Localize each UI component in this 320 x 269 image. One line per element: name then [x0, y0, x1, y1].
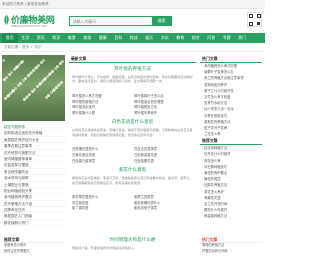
blossom [25, 96, 28, 99]
blossom [24, 77, 27, 80]
left-link-list: 精选专题推荐 如何挑选合适的花卉种植 家居园艺养护技巧大全 春季花期注意事项 花卉修剪与… [2, 124, 65, 227]
blossom [34, 67, 37, 70]
nav-item[interactable]: 首页 [2, 33, 18, 43]
bottom-left-box: 推荐文章 家庭养花小常识 如何让花开得更久 [2, 236, 65, 254]
hot-articles-list: 多肉植物怎么养才好看绿萝叶子发黄怎么办吊兰的养殖方法和注意事项发财树如何养护君子… [200, 63, 262, 137]
logo-subtitle: www.jialianwumei.com [11, 24, 48, 28]
article-link[interactable]: 白色桔梗花语 [134, 159, 193, 165]
qr-code-icon [247, 12, 262, 27]
leaf-icon [4, 15, 9, 25]
blossom [2, 59, 5, 62]
bottom-article-desc: 网络流行语，形容能够同时处理多段感情的人。 [72, 246, 137, 250]
blossom [51, 70, 54, 73]
blossom [28, 93, 31, 96]
main-nav: 首页 生活 资讯 知识 美食 旅游 健康 百科 科技 娱乐 文化 教育 综合 问答 专题 热门 [0, 33, 265, 43]
nav-item[interactable]: 生活 [18, 33, 34, 43]
bottom-article-title[interactable]: 时间管理大师是什么梗 [69, 238, 196, 244]
bottom-left-title: 推荐文章 [2, 236, 65, 243]
nav-item[interactable]: 专题 [219, 33, 235, 43]
blossom [10, 71, 13, 74]
nav-item[interactable]: 热门 [235, 33, 251, 43]
blossom [15, 66, 18, 69]
nav-item[interactable]: 教育 [173, 33, 189, 43]
nav-item[interactable]: 科技 [126, 33, 142, 43]
blossom [43, 78, 46, 81]
blossom [37, 64, 40, 67]
blossom [5, 76, 8, 79]
article-link[interactable]: 紫色风信子寓意 [134, 206, 193, 212]
search-input[interactable] [70, 17, 153, 25]
nav-item[interactable]: 美食 [64, 33, 80, 43]
nav-item[interactable]: 资讯 [33, 33, 49, 43]
blossom [14, 87, 17, 90]
center-column: 最新文章 琴叶榕的养殖方法 琴叶榕叶片宽大，形似提琴，株型优美，是常见的室内观叶植… [69, 55, 196, 212]
left-list-item[interactable]: 鲜花保鲜小窍门 [2, 220, 65, 227]
blossom [29, 72, 32, 75]
bottom-right-title: 热门文章 [200, 236, 262, 243]
blossom [19, 82, 22, 85]
article-link[interactable]: 琴叶榕冬季养护 [134, 111, 193, 117]
site-header: 价廉物美网 www.jialianwumei.com 搜索 [0, 9, 265, 33]
article-desc: 白色的花朵通常象征纯洁、高雅与真诚，常用于表达敬意与祝福。不同种类的白色花卉各有… [72, 128, 193, 137]
article-desc: 紫色的花朵代表神秘、浪漫与高贵，常被用来表达深沉而含蓄的情感。薰衣草、紫罗兰、勿… [72, 176, 193, 185]
recommended-list: 桂花树种植方法牡丹花什么时候开荷花怎么养向日葵种植技巧菊花的养护要点梅花的寓意杜… [200, 145, 262, 219]
bottom-right-box: 热门文章 薄荷的养殖方法 芦荟的功效与作用 [200, 236, 262, 254]
search-box: 搜索 [69, 16, 172, 26]
blossom [60, 81, 63, 84]
right-column: 热门文章 多肉植物怎么养才好看绿萝叶子发黄怎么办吊兰的养殖方法和注意事项发财树如… [200, 55, 262, 220]
hot-articles-title: 热门文章 [200, 55, 262, 63]
left-column: 精选专题推荐 如何挑选合适的花卉种植 家居园艺养护技巧大全 春季花期注意事项 花卉修剪与… [2, 55, 65, 227]
bottom-right-link[interactable]: 芦荟的功效与作用 [200, 249, 262, 255]
nav-item[interactable]: 综合 [188, 33, 204, 43]
article-link[interactable]: 白色康乃馨寓意 [72, 159, 131, 165]
blossom [38, 83, 41, 86]
article-title[interactable]: 紫花什么意思 [69, 168, 196, 174]
section-title: 最新文章 [69, 55, 196, 63]
blossom [56, 65, 59, 68]
blossom [33, 88, 36, 91]
article-links: 薰衣草花语是什么 紫罗兰的寓意 勿忘我花语 紫色玫瑰代表什么 紫丁香花语 紫色风信子寓意 [69, 195, 196, 212]
site-logo[interactable]: 价廉物美网 www.jialianwumei.com [3, 13, 63, 31]
nav-item[interactable]: 健康 [95, 33, 111, 43]
blossom [47, 94, 50, 97]
bottom-left-link[interactable]: 如何让花开得更久 [2, 249, 65, 255]
breadcrumb: 当前位置：首页 > 知识 [0, 43, 265, 52]
hero-image[interactable] [2, 55, 65, 121]
nav-item[interactable]: 娱乐 [142, 33, 158, 43]
nav-item[interactable]: 问答 [204, 33, 220, 43]
article-link[interactable]: 紫丁香花语 [72, 206, 131, 212]
article-title[interactable]: 白色花语是什么意思 [69, 120, 196, 126]
recommended-link[interactable]: 郁金香种植方法 [200, 213, 262, 219]
search-button[interactable]: 搜索 [152, 17, 171, 25]
article-desc: 琴叶榕叶片宽大，形似提琴，株型优美，是常见的室内观叶植物。养护时需要充足的散射光… [72, 75, 193, 84]
article-title[interactable]: 琴叶榕的养殖方法 [69, 67, 196, 73]
blossom [11, 90, 14, 93]
nav-item[interactable]: 文化 [157, 33, 173, 43]
nav-item[interactable]: 知识 [49, 33, 65, 43]
blossom [52, 89, 55, 92]
blossom [42, 59, 45, 62]
article-links: 琴叶榕怎么养才旺盛 琴叶榕掉叶子怎么办 琴叶榕的繁殖方法 琴叶榕适合放在哪里 琴叶榕浇水… [69, 94, 196, 116]
bottom-center-box: 时间管理大师是什么梗 网络流行语，形容能够同时处理多段感情的人。 [69, 236, 196, 257]
nav-item[interactable]: 百科 [111, 33, 127, 43]
top-bar: 本站热门推荐 | 常用查询推荐 [0, 0, 265, 9]
blossom [57, 84, 60, 87]
article-links: 白玫瑰花语是什么 白百合花语寓意 白菊花适合送谁 白色郁金香花语 白色康乃馨寓意 白色桔梗… [69, 147, 196, 164]
recommended-title: 推荐文章 [200, 137, 262, 146]
nav-item[interactable]: 旅游 [80, 33, 96, 43]
blossom [6, 95, 9, 98]
blossom [20, 61, 23, 64]
blossom [61, 60, 64, 63]
article-link[interactable]: 琴叶榕施什么肥 [72, 111, 131, 117]
blossom [48, 73, 51, 76]
